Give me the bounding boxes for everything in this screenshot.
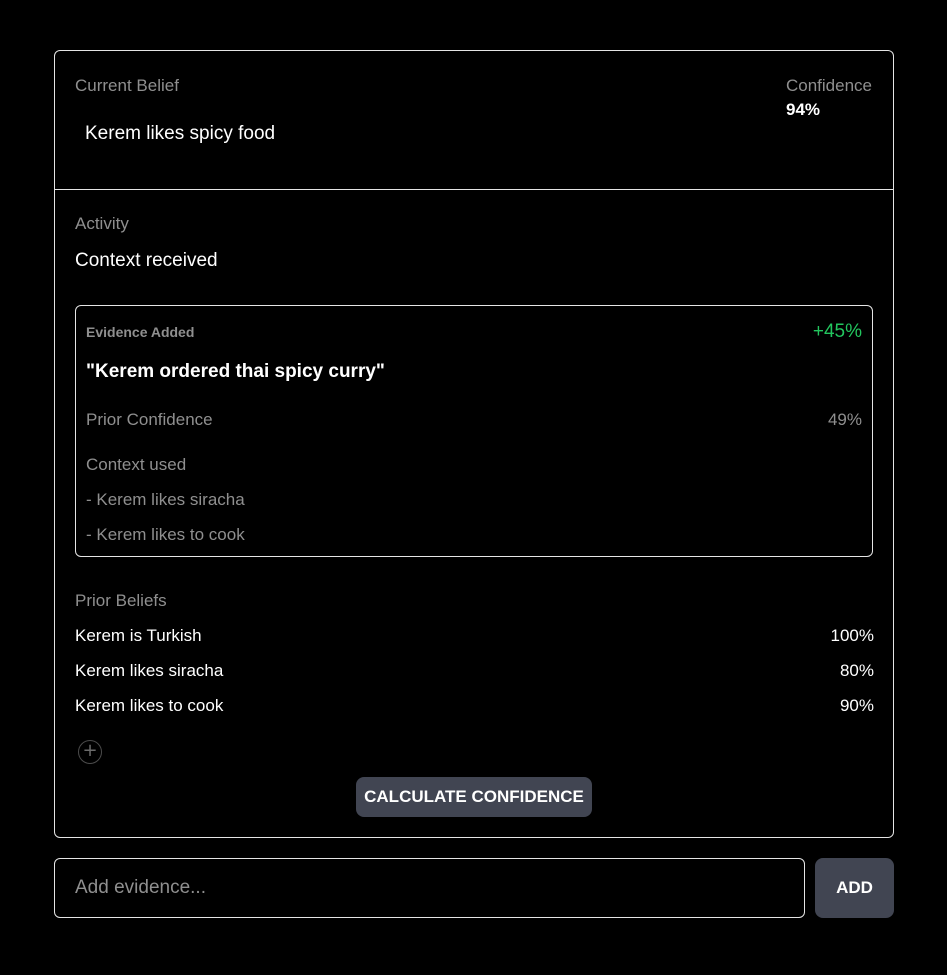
- evidence-added-panel: Evidence Added +45% "Kerem ordered thai …: [75, 305, 873, 557]
- evidence-quote: "Kerem ordered thai spicy curry": [86, 361, 385, 382]
- prior-belief-row: Kerem is Turkish 100%: [75, 626, 874, 650]
- plus-circle-icon[interactable]: +: [78, 740, 102, 764]
- prior-beliefs-label: Prior Beliefs: [75, 591, 167, 610]
- evidence-input[interactable]: Add evidence...: [54, 858, 805, 918]
- prior-belief-confidence: 100%: [830, 626, 874, 645]
- context-used-label: Context used: [86, 455, 187, 474]
- prior-belief-row: Kerem likes to cook 90%: [75, 696, 874, 720]
- current-belief-section: Current Belief Kerem likes spicy food Co…: [55, 51, 893, 190]
- context-item: - Kerem likes to cook: [86, 525, 245, 544]
- confidence-value: 94%: [786, 100, 821, 119]
- activity-label: Activity: [75, 214, 129, 233]
- prior-belief-confidence: 90%: [839, 696, 874, 715]
- confidence-delta: +45%: [812, 321, 862, 342]
- confidence-label: Confidence: [786, 76, 873, 95]
- prior-confidence-value: 49%: [827, 410, 862, 429]
- prior-belief-name: Kerem likes siracha: [75, 661, 224, 680]
- activity-status: Context received: [75, 250, 218, 271]
- add-evidence-button[interactable]: ADD: [815, 858, 894, 918]
- prior-confidence-label: Prior Confidence: [86, 410, 213, 429]
- prior-belief-name: Kerem is Turkish: [75, 626, 202, 645]
- belief-card: Current Belief Kerem likes spicy food Co…: [54, 50, 894, 838]
- current-belief-label: Current Belief: [75, 76, 179, 95]
- evidence-added-label: Evidence Added: [86, 324, 195, 340]
- prior-belief-row: Kerem likes siracha 80%: [75, 661, 874, 685]
- current-belief-text: Kerem likes spicy food: [85, 123, 276, 144]
- prior-belief-name: Kerem likes to cook: [75, 696, 224, 715]
- calculate-confidence-button[interactable]: CALCULATE CONFIDENCE: [356, 777, 592, 817]
- context-item: - Kerem likes siracha: [86, 490, 245, 509]
- prior-belief-confidence: 80%: [839, 661, 874, 680]
